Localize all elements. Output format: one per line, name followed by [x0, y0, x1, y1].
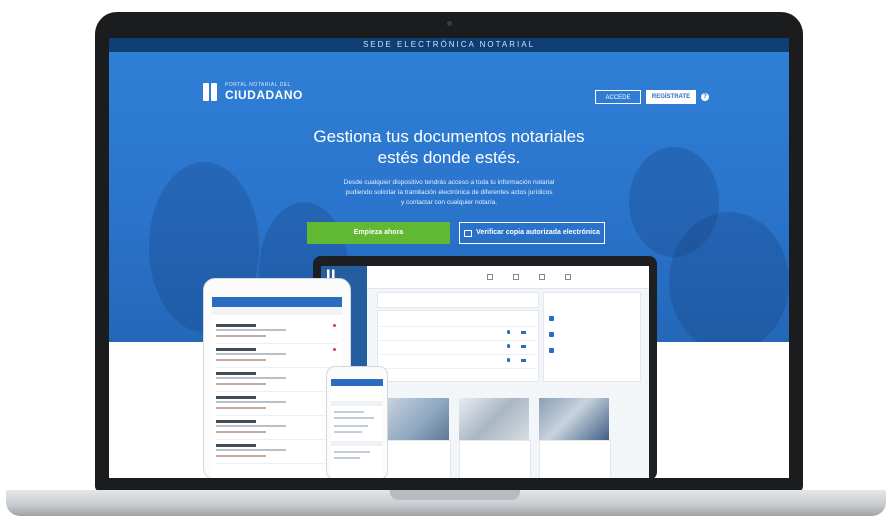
logo-icon — [203, 83, 219, 101]
check-icon — [549, 332, 554, 337]
phone-text-line — [334, 411, 364, 413]
photo-caption-card — [539, 440, 611, 478]
phone-text-line — [334, 431, 362, 433]
start-now-button[interactable]: Empieza ahora — [307, 222, 450, 244]
monitor-procedures-card — [543, 292, 641, 382]
monitor-icon — [539, 274, 545, 280]
phone-text-line — [334, 417, 374, 419]
location-icon — [507, 330, 510, 334]
location-icon — [507, 358, 510, 362]
verify-copy-button[interactable]: Verificar copia autorizada electrónica — [459, 222, 605, 244]
photo-caption-card — [459, 440, 531, 478]
description-line-2: pudiendo solicitar la tramitación electr… — [345, 189, 553, 196]
laptop-base — [6, 490, 886, 516]
list-item — [216, 321, 338, 344]
mail-icon — [521, 345, 526, 348]
photo-business-people — [379, 398, 449, 440]
hero-headline: Gestiona tus documentos notariales estés… — [269, 126, 629, 168]
help-icon[interactable]: ? — [701, 93, 709, 101]
phone-text-line — [334, 425, 368, 427]
laptop-frame: SEDE ELECTRÓNICA NOTARIAL PORTAL NOTARIA… — [95, 12, 803, 492]
tablet-toolbar — [212, 307, 342, 315]
row-divider — [379, 326, 537, 327]
list-item — [216, 345, 338, 368]
list-item — [216, 369, 338, 392]
logo-small-text: PORTAL NOTARIAL DEL — [225, 82, 291, 88]
phone-text-line — [334, 451, 370, 453]
monitor-icon — [487, 274, 493, 280]
headline-line-2: estés donde estés. — [377, 148, 521, 167]
list-item — [216, 417, 338, 440]
monitor-header — [367, 266, 649, 289]
location-icon — [507, 344, 510, 348]
photo-caption-card — [379, 440, 451, 478]
register-button[interactable]: REGÍSTRATE — [646, 90, 696, 104]
photo-signing-document — [459, 398, 529, 440]
check-icon — [549, 316, 554, 321]
laptop-notch — [390, 490, 520, 500]
check-icon — [549, 348, 554, 353]
tablet-header — [212, 297, 342, 307]
list-item — [216, 393, 338, 416]
monitor-card — [377, 292, 539, 308]
verify-copy-label: Verificar copia autorizada electrónica — [476, 229, 600, 236]
grid-icon — [464, 229, 473, 237]
phone-header — [331, 379, 383, 386]
hero-description: Desde cualquier dispositivo tendrás acce… — [304, 178, 594, 208]
photo-handshake — [539, 398, 609, 440]
phone-section — [331, 401, 383, 406]
list-item — [216, 441, 338, 464]
camera-dot — [447, 21, 452, 26]
monitor-icon — [513, 274, 519, 280]
headline-line-1: Gestiona tus documentos notariales — [313, 127, 585, 146]
row-divider — [379, 354, 537, 355]
row-divider — [379, 340, 537, 341]
bg-silhouette — [669, 212, 789, 342]
phone-section — [331, 441, 383, 446]
phone-mockup — [326, 366, 388, 478]
monitor-logo-mark: ▌▌ — [327, 271, 337, 278]
phone-screen — [331, 379, 383, 478]
row-divider — [379, 368, 537, 369]
mail-icon — [521, 359, 526, 362]
access-button[interactable]: ACCEDE — [595, 90, 641, 104]
monitor-icon — [565, 274, 571, 280]
site-logo[interactable]: PORTAL NOTARIAL DEL CIUDADANO — [203, 82, 303, 102]
laptop-screen: SEDE ELECTRÓNICA NOTARIAL PORTAL NOTARIA… — [109, 38, 789, 478]
monitor-appointments-card — [377, 310, 539, 382]
description-line-1: Desde cualquier dispositivo tendrás acce… — [343, 179, 555, 186]
site-topbar: SEDE ELECTRÓNICA NOTARIAL — [109, 38, 789, 52]
phone-text-line — [334, 457, 360, 459]
logo-big-text: CIUDADANO — [225, 88, 303, 102]
tablet-screen — [212, 297, 342, 478]
mail-icon — [521, 331, 526, 334]
description-line-3: y contactar con cualquier notaría. — [400, 199, 498, 206]
